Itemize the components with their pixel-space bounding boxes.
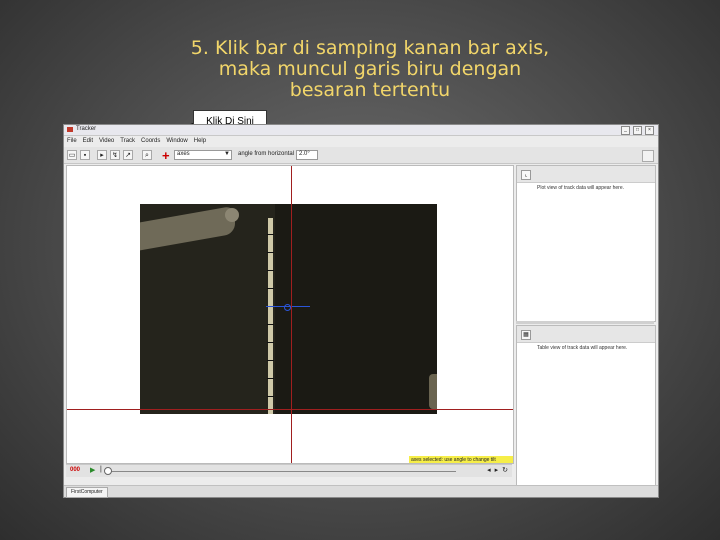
step-forward-icon[interactable]: ▸: [495, 466, 499, 474]
angle-field[interactable]: 2.0°: [296, 150, 318, 160]
panel-splitter[interactable]: [516, 321, 654, 324]
frame-slider[interactable]: [106, 471, 456, 472]
app-logo-icon: [67, 127, 73, 132]
window-title: Tracker: [76, 126, 97, 132]
coordinate-axes-icon[interactable]: ↯: [110, 150, 120, 160]
menu-coords[interactable]: Coords: [141, 138, 160, 144]
calibration-handle[interactable]: [284, 304, 291, 311]
video-hand: [225, 208, 239, 222]
player-tools: ◂ ▸ ↻: [487, 466, 508, 474]
slide-title-line-2: maka muncul garis biru dengan: [218, 58, 522, 80]
plot-panel: ⌞ Plot view of track data will appear he…: [516, 165, 656, 322]
step-back-icon[interactable]: ◂: [487, 466, 491, 474]
tab-bar: FirstComputer: [64, 485, 658, 498]
ruler-tick: [267, 342, 274, 343]
player-bar: 000 ▶ | ◂ ▸ ↻: [66, 464, 512, 477]
table-icon[interactable]: ▦: [521, 330, 531, 340]
step-icon[interactable]: |: [100, 466, 102, 473]
loop-icon[interactable]: ↻: [502, 466, 508, 474]
open-folder-icon[interactable]: ▭: [67, 150, 77, 160]
window-controls: _ □ ×: [621, 126, 654, 135]
calibration-tools-icon[interactable]: ↗: [123, 150, 133, 160]
ruler-tick: [267, 270, 274, 271]
maximize-icon[interactable]: □: [633, 126, 642, 135]
minimize-icon[interactable]: _: [621, 126, 630, 135]
menu-edit[interactable]: Edit: [83, 138, 93, 144]
ruler-tick: [267, 252, 274, 253]
play-icon[interactable]: ▶: [90, 466, 95, 474]
table-panel-message: Table view of track data will appear her…: [537, 345, 628, 351]
clip-settings-icon[interactable]: ▸: [97, 150, 107, 160]
ruler-tick: [267, 360, 274, 361]
axis-vertical-line[interactable]: [291, 166, 292, 463]
video-ruler: [268, 218, 273, 414]
video-object-right: [429, 374, 437, 409]
video-frame: [140, 204, 437, 414]
ruler-tick: [267, 234, 274, 235]
plot-panel-header: ⌞: [517, 166, 655, 183]
slider-knob[interactable]: [104, 467, 112, 475]
menu-bar: File Edit Video Track Coords Window Help: [64, 136, 658, 146]
main-toolbar: ▭ ▪ ▸ ↯ ↗ ⌕ + axes ▼ angle from horizont…: [64, 147, 658, 164]
preferences-icon[interactable]: [642, 150, 654, 162]
tracker-window: Tracker _ □ × File Edit Video Track Coor…: [63, 124, 659, 498]
window-titlebar: Tracker _ □ ×: [64, 125, 658, 136]
slide-title-line-3: besaran tertentu: [289, 79, 451, 101]
tab-first-computer[interactable]: FirstComputer: [66, 487, 108, 498]
create-track-plus-icon[interactable]: +: [162, 148, 170, 163]
menu-video[interactable]: Video: [99, 138, 114, 144]
close-icon[interactable]: ×: [645, 126, 654, 135]
menu-track[interactable]: Track: [120, 138, 135, 144]
menu-window[interactable]: Window: [166, 138, 187, 144]
slide-title-line-1: 5. Klik bar di samping kanan bar axis,: [190, 37, 550, 59]
table-panel-header: ▦: [517, 326, 655, 343]
video-viewer[interactable]: axes selected: use angle to change tilt: [66, 165, 514, 464]
frame-counter-icon[interactable]: 000: [70, 467, 80, 473]
slide-title: 5. Klik bar di samping kanan bar axis, m…: [150, 38, 590, 101]
zoom-icon[interactable]: ⌕: [142, 150, 152, 160]
menu-file[interactable]: File: [67, 138, 77, 144]
table-panel: ▦ Table view of track data will appear h…: [516, 325, 656, 497]
chevron-down-icon[interactable]: ▼: [224, 151, 230, 157]
ruler-tick: [267, 396, 274, 397]
angle-label: angle from horizontal: [238, 151, 295, 157]
save-icon[interactable]: ▪: [80, 150, 90, 160]
ruler-tick: [267, 324, 274, 325]
plot-icon[interactable]: ⌞: [521, 170, 531, 180]
axis-horizontal-line[interactable]: [67, 409, 513, 410]
plot-panel-message: Plot view of track data will appear here…: [537, 185, 624, 191]
ruler-tick: [267, 378, 274, 379]
ruler-tick: [267, 288, 274, 289]
status-message: axes selected: use angle to change tilt: [409, 456, 513, 463]
menu-help[interactable]: Help: [194, 138, 206, 144]
